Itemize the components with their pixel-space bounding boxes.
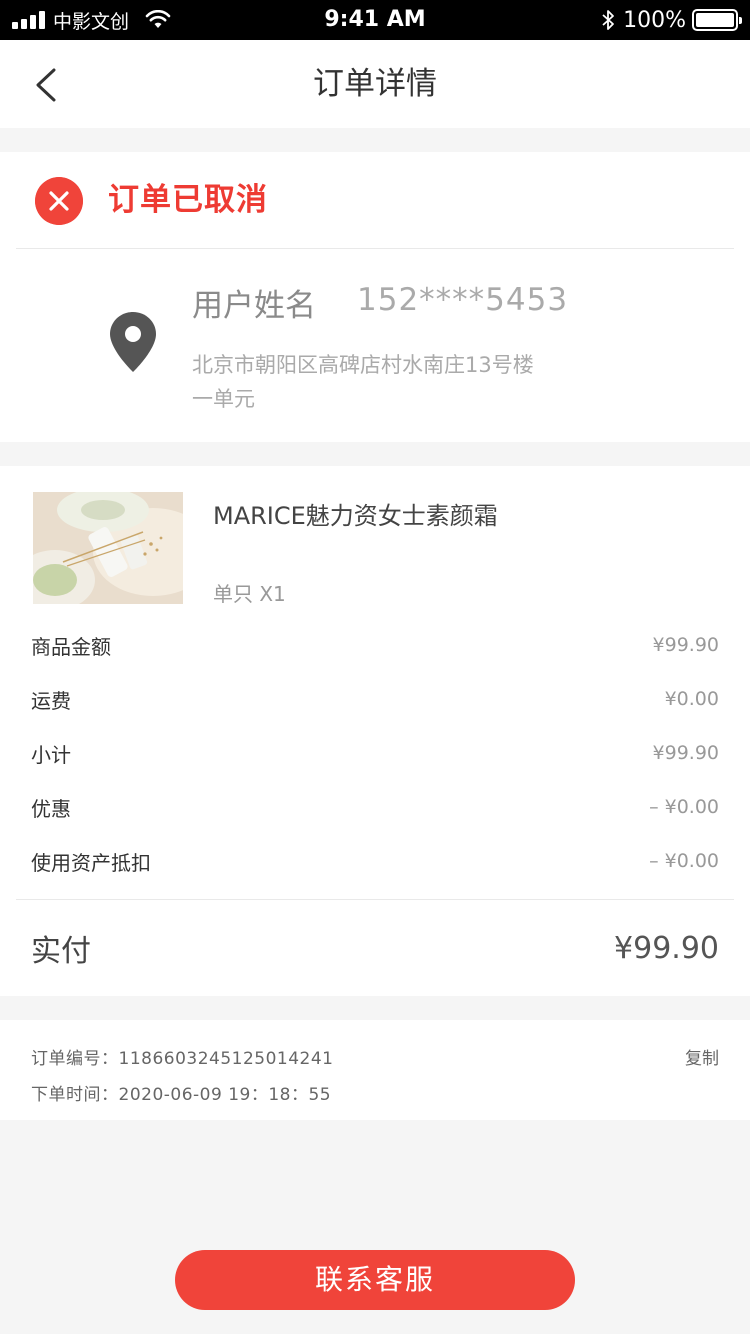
order-status-text: 订单已取消 <box>108 182 268 218</box>
bluetooth-icon <box>602 10 614 30</box>
recipient-address: 北京市朝阳区高碑店村水南庄13号楼 一单元 <box>192 348 612 416</box>
price-label: 商品金额 <box>31 634 111 659</box>
total-label: 实付 <box>31 934 91 969</box>
address-line: 北京市朝阳区高碑店村水南庄13号楼 <box>192 353 534 377</box>
product-name[interactable]: MARICE魅力资女士素颜霜 <box>213 496 498 531</box>
recipient-name: 用户姓名 <box>192 288 316 324</box>
price-value: – ¥0.00 <box>649 850 719 872</box>
divider <box>16 899 734 900</box>
price-row: 运费 ¥0.00 <box>31 684 719 714</box>
battery-icon <box>692 9 742 31</box>
price-value: – ¥0.00 <box>649 796 719 818</box>
cancel-icon <box>35 177 83 225</box>
price-row: 商品金额 ¥99.90 <box>31 630 719 660</box>
order-number: 订单编号：1186603245125014241 <box>31 1049 334 1069</box>
price-value: ¥99.90 <box>652 634 719 656</box>
page-title: 订单详情 <box>313 66 437 102</box>
status-bar: 中影文创 9:41 AM 100% <box>0 0 750 40</box>
price-label: 使用资产抵扣 <box>31 850 151 875</box>
price-row: 使用资产抵扣 – ¥0.00 <box>31 846 719 876</box>
address-line: 一单元 <box>192 387 255 411</box>
product-image[interactable] <box>33 492 183 604</box>
order-status-card: 订单已取消 用户姓名 152****5453 北京市朝阳区高碑店村水南庄13号楼… <box>0 152 750 442</box>
divider <box>16 248 734 249</box>
battery-percent: 100% <box>623 7 686 33</box>
product-spec: 单只 X1 <box>213 582 286 606</box>
price-label: 小计 <box>31 742 71 767</box>
product-card: MARICE魅力资女士素颜霜 单只 X1 商品金额 ¥99.90 运费 ¥0.0… <box>0 466 750 996</box>
price-label: 运费 <box>31 688 71 713</box>
total-value: ¥99.90 <box>614 930 719 966</box>
price-row: 小计 ¥99.90 <box>31 738 719 768</box>
recipient-phone: 152****5453 <box>357 282 569 318</box>
total-row: 实付 ¥99.90 <box>31 926 719 970</box>
nav-bar: 订单详情 <box>0 40 750 128</box>
price-label: 优惠 <box>31 796 71 821</box>
price-value: ¥99.90 <box>652 742 719 764</box>
order-time: 下单时间：2020-06-09 19：18：55 <box>31 1085 332 1105</box>
price-value: ¥0.00 <box>664 688 719 710</box>
price-row: 优惠 – ¥0.00 <box>31 792 719 822</box>
status-right: 100% <box>601 0 742 40</box>
contact-service-button[interactable]: 联系客服 <box>175 1250 575 1310</box>
order-info-card: 订单编号：1186603245125014241 复制 下单时间：2020-06… <box>0 1020 750 1120</box>
copy-button[interactable]: 复制 <box>685 1044 719 1069</box>
location-pin-icon <box>110 312 156 372</box>
